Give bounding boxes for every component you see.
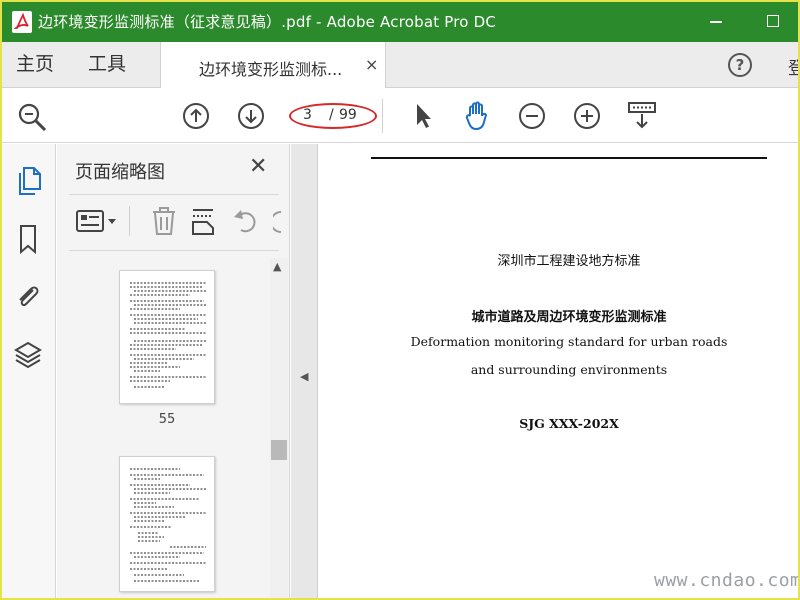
scroll-thumb[interactable] xyxy=(271,440,287,460)
hand-tool-icon[interactable] xyxy=(462,100,494,136)
page-down-icon[interactable] xyxy=(237,102,265,134)
acrobat-logo-icon xyxy=(12,11,32,33)
minimize-icon[interactable] xyxy=(710,21,722,23)
thumbnail-options-icon[interactable] xyxy=(75,206,121,240)
panel-tool-divider xyxy=(129,206,130,236)
standard-category: 深圳市工程建设地方标准 xyxy=(497,254,641,269)
scroll-up-icon[interactable]: ▲ xyxy=(273,260,281,273)
undo-rotate-icon[interactable] xyxy=(231,206,261,240)
panel-divider-2 xyxy=(69,250,279,251)
search-zoom-icon[interactable] xyxy=(16,101,48,137)
help-icon[interactable]: ? xyxy=(728,53,752,77)
watermark: www.cndao.com xyxy=(654,570,798,591)
tab-bar: 主页 工具 边环境变形监测标... × ? 登 xyxy=(2,42,798,88)
attachment-icon[interactable] xyxy=(13,280,43,318)
title-bar: 边环境变形监测标准（征求意见稿）.pdf - Adobe Acrobat Pro… xyxy=(2,2,798,42)
sign-in-link[interactable]: 登 xyxy=(788,54,798,79)
document-page: 深圳市工程建设地方标准 城市道路及周边环境变形监测标准 Deformation … xyxy=(319,144,798,598)
main-toolbar: 3 / 99 xyxy=(2,89,798,143)
thumbnails-panel: 页面缩略图 ✕ 55 ▲ xyxy=(57,144,290,598)
panel-divider xyxy=(69,194,279,195)
page-thumbnail-56[interactable] xyxy=(119,456,215,592)
navigation-rail xyxy=(2,144,56,598)
select-cursor-icon[interactable] xyxy=(412,101,434,135)
rotate-page-icon[interactable] xyxy=(270,206,283,240)
app-window: 边环境变形监测标准（征求意见稿）.pdf - Adobe Acrobat Pro… xyxy=(2,2,798,598)
tab-tools[interactable]: 工具 xyxy=(88,53,126,75)
window-title: 边环境变形监测标准（征求意见稿）.pdf - Adobe Acrobat Pro… xyxy=(38,13,497,31)
zoom-in-icon[interactable] xyxy=(573,102,601,134)
insert-page-icon[interactable] xyxy=(189,206,219,240)
page-number-box[interactable]: 3 / 99 xyxy=(289,103,377,129)
keyboard-scroll-icon[interactable] xyxy=(626,100,658,136)
header-rule xyxy=(371,157,767,159)
panel-collapse-strip[interactable]: ◀ xyxy=(291,144,318,598)
standard-title-cn: 城市道路及周边环境变形监测标准 xyxy=(471,310,667,325)
maximize-icon[interactable] xyxy=(767,15,779,27)
standard-code: SJG XXX-202X xyxy=(519,416,619,431)
panel-title: 页面缩略图 xyxy=(75,162,165,183)
close-tab-icon[interactable]: × xyxy=(365,55,378,74)
document-tab-label: 边环境变形监测标... xyxy=(199,60,343,79)
tab-home[interactable]: 主页 xyxy=(16,53,54,75)
close-panel-icon[interactable]: ✕ xyxy=(249,154,267,179)
standard-title-en-2: and surrounding environments xyxy=(470,362,668,377)
collapse-left-icon[interactable]: ◀ xyxy=(300,370,308,383)
bookmark-icon[interactable] xyxy=(13,222,43,260)
page-thumbnail-55[interactable] xyxy=(119,270,215,404)
toolbar-divider xyxy=(382,99,383,133)
page-up-icon[interactable] xyxy=(182,102,210,134)
page-total: 99 xyxy=(339,107,357,123)
zoom-out-icon[interactable] xyxy=(518,102,546,134)
panel-scrollbar[interactable]: ▲ xyxy=(270,258,288,598)
thumbnail-label: 55 xyxy=(158,412,176,427)
tab-document[interactable]: 边环境变形监测标... × xyxy=(160,42,386,88)
layers-icon[interactable] xyxy=(13,338,43,376)
delete-page-icon[interactable] xyxy=(149,206,179,240)
page-separator: / xyxy=(329,107,334,123)
page-number-input[interactable]: 3 xyxy=(303,107,312,123)
page-thumbnails-icon[interactable] xyxy=(13,164,43,202)
standard-title-en-1: Deformation monitoring standard for urba… xyxy=(410,334,728,349)
